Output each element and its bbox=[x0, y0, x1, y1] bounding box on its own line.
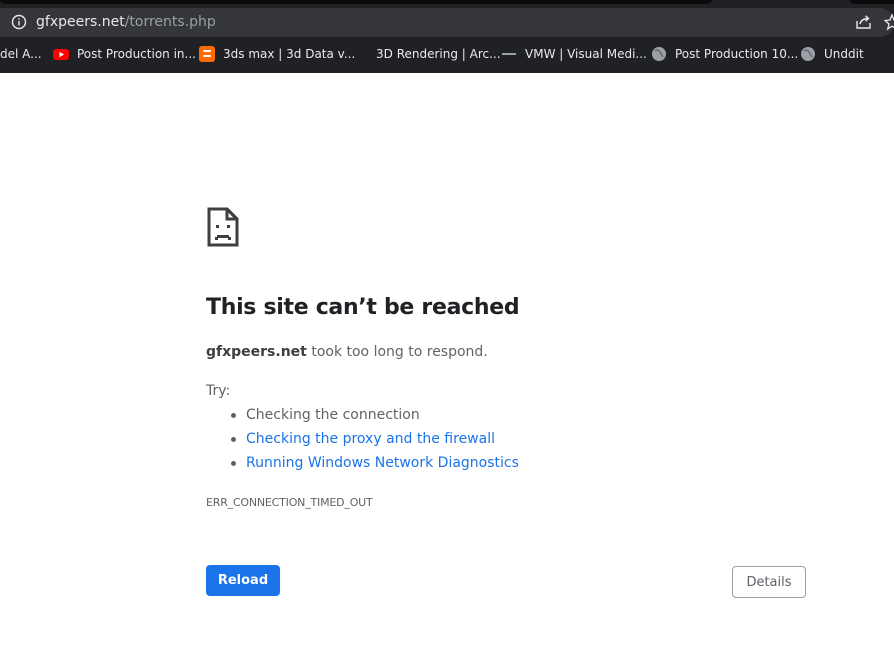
tab-strip bbox=[0, 0, 894, 5]
vmw-icon bbox=[502, 53, 516, 55]
try-label: Try: bbox=[206, 383, 231, 399]
url-path: /torrents.php bbox=[124, 14, 216, 30]
bookmark-label: Post Production in... bbox=[77, 47, 196, 61]
bookmark-label: VMW | Visual Medi... bbox=[525, 47, 647, 61]
address-bar[interactable]: gfxpeers.net/torrents.php bbox=[0, 8, 894, 37]
url-host: gfxpeers.net bbox=[36, 14, 125, 30]
details-button[interactable]: Details bbox=[732, 566, 806, 598]
active-tab[interactable] bbox=[0, 0, 712, 4]
error-title: This site can’t be reached bbox=[206, 295, 520, 320]
bookmark-item[interactable]: 3ds max | 3d Data v... bbox=[199, 40, 355, 68]
error-message-suffix: took too long to respond. bbox=[306, 344, 488, 360]
url-text[interactable]: gfxpeers.net/torrents.php bbox=[36, 13, 216, 31]
bookmark-item[interactable]: VMW | Visual Medi... bbox=[501, 40, 647, 68]
bookmark-item[interactable]: 3D Rendering | Arc... bbox=[376, 40, 501, 68]
info-icon[interactable] bbox=[11, 14, 27, 30]
error-page: This site can’t be reached gfxpeers.net … bbox=[0, 73, 894, 654]
suggestion-link-proxy[interactable]: Checking the proxy and the firewall bbox=[206, 427, 519, 451]
bookmark-label: Unddit bbox=[824, 47, 864, 61]
bookmark-label: Post Production 10... bbox=[675, 47, 799, 61]
bookmarks-bar: del A... Post Production in... 3ds max |… bbox=[0, 40, 894, 68]
bookmark-label: 3D Rendering | Arc... bbox=[376, 47, 501, 61]
suggestion-item: Checking the connection bbox=[206, 403, 519, 427]
youtube-icon bbox=[53, 49, 69, 60]
bookmark-star-icon[interactable] bbox=[884, 13, 894, 31]
error-message: gfxpeers.net took too long to respond. bbox=[206, 344, 488, 360]
tab-edge[interactable] bbox=[850, 0, 894, 4]
error-host: gfxpeers.net bbox=[206, 344, 307, 360]
bookmark-item[interactable]: del A... bbox=[0, 40, 42, 68]
reload-button[interactable]: Reload bbox=[206, 565, 280, 596]
bookmark-label: 3ds max | 3d Data v... bbox=[223, 47, 356, 61]
sad-page-icon bbox=[207, 207, 239, 247]
bookmark-item[interactable]: Unddit bbox=[800, 40, 864, 68]
globe-icon bbox=[652, 47, 666, 61]
globe-icon bbox=[801, 47, 815, 61]
browser-toolbar: gfxpeers.net/torrents.php del A... Post … bbox=[0, 0, 894, 73]
suggestion-link-diagnostics[interactable]: Running Windows Network Diagnostics bbox=[206, 451, 519, 475]
bookmark-label: del A... bbox=[0, 47, 42, 61]
bookmark-item[interactable]: Post Production in... bbox=[53, 40, 196, 68]
share-icon[interactable] bbox=[855, 14, 873, 30]
error-code: ERR_CONNECTION_TIMED_OUT bbox=[206, 496, 373, 509]
blogger-icon bbox=[199, 46, 215, 62]
suggestion-list: Checking the connection Checking the pro… bbox=[206, 403, 519, 475]
bookmark-item[interactable]: Post Production 10... bbox=[651, 40, 798, 68]
